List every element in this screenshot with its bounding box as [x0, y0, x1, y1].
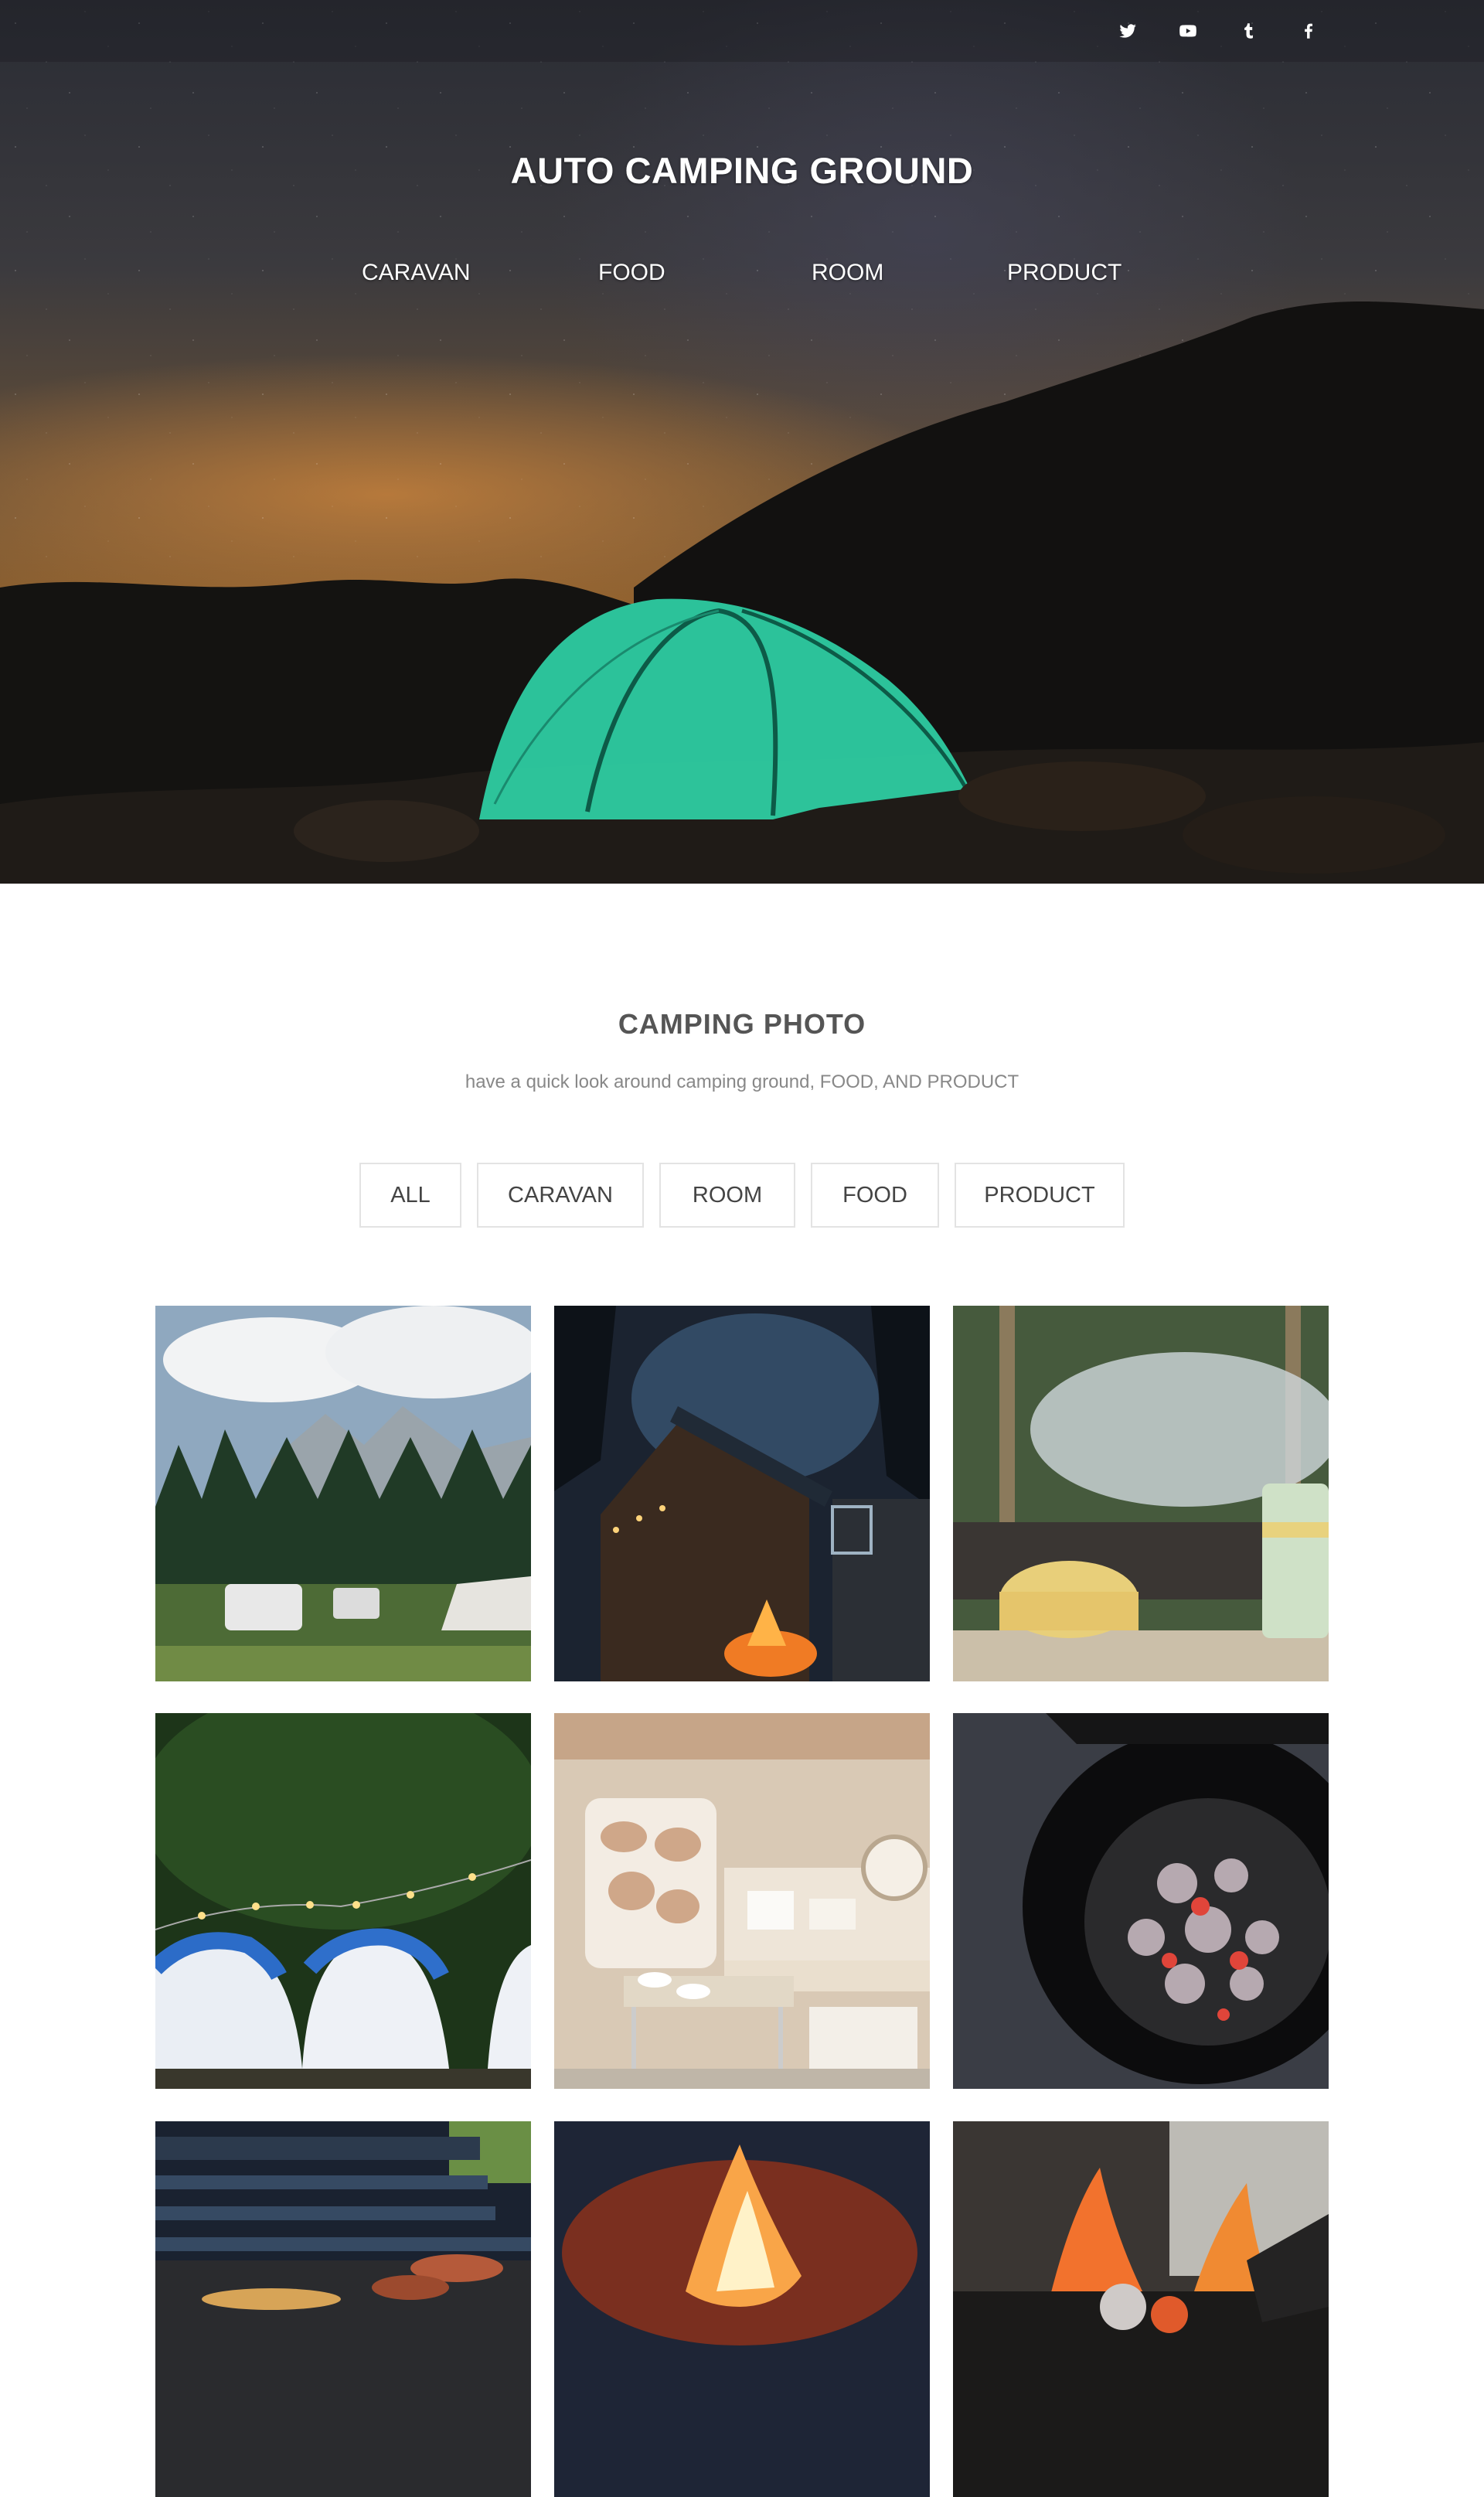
- fire-pit-photo[interactable]: [953, 2121, 1329, 2497]
- filter-product-button[interactable]: PRODUCT: [955, 1163, 1125, 1228]
- youtube-icon[interactable]: [1158, 17, 1218, 45]
- mountain-landscape: [0, 301, 1484, 884]
- campfire-photo[interactable]: [554, 2121, 930, 2497]
- section-subtitle: have a quick look around camping ground,…: [465, 1071, 1019, 1092]
- caravans-in-forest-photo[interactable]: [155, 1306, 531, 1681]
- nav-item-room[interactable]: ROOM: [812, 260, 883, 286]
- pots-on-grill-photo[interactable]: [953, 1306, 1329, 1681]
- caravan-interior-photo[interactable]: [554, 1713, 930, 2089]
- tents-with-string-lights-photo[interactable]: [155, 1713, 531, 2089]
- social-bar: [0, 0, 1484, 62]
- section-title: CAMPING PHOTO: [618, 1008, 866, 1040]
- nav-item-product[interactable]: PRODUCT: [1007, 260, 1122, 286]
- tumblr-icon[interactable]: [1218, 17, 1278, 45]
- filter-bar: ALL CARAVAN ROOM FOOD PRODUCT: [359, 1163, 1125, 1228]
- facebook-icon[interactable]: [1278, 17, 1339, 45]
- filter-all-button[interactable]: ALL: [359, 1163, 461, 1228]
- barbecue-grill-photo[interactable]: [155, 2121, 531, 2497]
- nav-item-food[interactable]: FOOD: [598, 260, 665, 286]
- twitter-icon[interactable]: [1098, 17, 1158, 45]
- site-title[interactable]: AUTO CAMPING GROUND: [0, 149, 1484, 192]
- filter-caravan-button[interactable]: CARAVAN: [477, 1163, 644, 1228]
- nav-item-caravan[interactable]: CARAVAN: [362, 260, 471, 286]
- charcoal-grill-photo[interactable]: [953, 1713, 1329, 2089]
- cabin-with-campfire-photo[interactable]: [554, 1306, 930, 1681]
- filter-room-button[interactable]: ROOM: [659, 1163, 795, 1228]
- filter-food-button[interactable]: FOOD: [811, 1163, 939, 1228]
- hero-banner: AUTO CAMPING GROUND CARAVAN FOOD ROOM PR…: [0, 0, 1484, 884]
